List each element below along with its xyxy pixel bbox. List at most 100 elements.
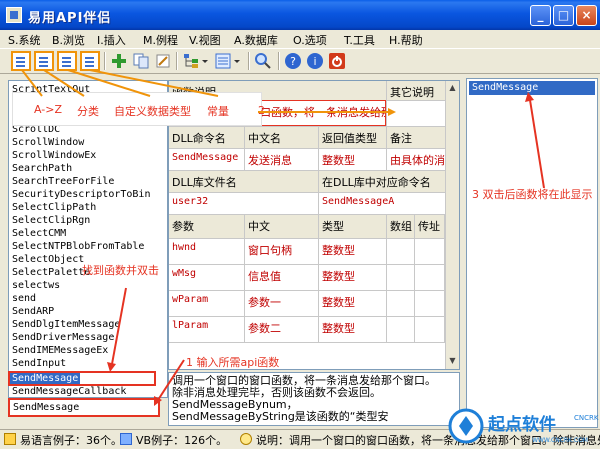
param-header-name: 参数: [169, 215, 245, 239]
list-item[interactable]: ScrollWindow: [12, 137, 84, 149]
watermark: 起点软件 CNCRK WWW.CNCRK.COM: [446, 406, 600, 446]
dll-export-label: 在DLL库中对应命令名: [319, 171, 447, 193]
favorite-item[interactable]: SendMessage: [469, 81, 595, 95]
param-name[interactable]: wParam: [169, 291, 245, 317]
param-cn[interactable]: 信息值: [245, 265, 319, 291]
scroll-up-icon[interactable]: ▲: [448, 83, 457, 92]
list-item[interactable]: SendARP: [12, 306, 54, 318]
api-list[interactable]: ScriptTextOut ScrollDC ScrollWindow Scro…: [8, 80, 168, 398]
help-icon[interactable]: ?: [284, 52, 302, 70]
list-item[interactable]: SearchPath: [12, 163, 72, 175]
list-item[interactable]: SendIMEMessageEx: [12, 345, 108, 357]
menu-insert[interactable]: I.插入: [97, 32, 126, 48]
param-name[interactable]: hwnd: [169, 239, 245, 265]
list-item[interactable]: SelectPalette: [12, 267, 90, 279]
param-array[interactable]: [387, 317, 415, 343]
list-item[interactable]: selectws: [12, 280, 60, 292]
search-input[interactable]: SendMessage: [8, 398, 160, 417]
param-cn[interactable]: 参数一: [245, 291, 319, 317]
power-icon[interactable]: [328, 52, 346, 70]
copy-icon[interactable]: [132, 52, 150, 70]
watermark-logo: 起点软件 CNCRK WWW.CNCRK.COM: [448, 408, 599, 444]
category-button[interactable]: [34, 51, 54, 71]
lightbulb-icon: [4, 433, 16, 445]
list-item[interactable]: send: [12, 293, 36, 305]
scroll-down-icon[interactable]: ▼: [448, 356, 457, 365]
custom-type-button[interactable]: [57, 51, 77, 71]
menu-options[interactable]: O.选项: [293, 32, 327, 48]
sort-az-button[interactable]: [11, 51, 31, 71]
list-item[interactable]: SendDlgItemMessage: [12, 319, 120, 331]
param-name[interactable]: wMsg: [169, 265, 245, 291]
dll-export-value[interactable]: SendMessageA: [319, 193, 447, 215]
title-bar: 易用API伴侣 _ □ ×: [0, 0, 600, 30]
dll-cmd-value[interactable]: SendMessage: [169, 149, 245, 171]
list-item[interactable]: SendMessageCallback: [12, 386, 126, 397]
param-byref[interactable]: [415, 239, 445, 265]
menu-view[interactable]: V.视图: [189, 32, 221, 48]
param-type[interactable]: 整数型: [319, 317, 387, 343]
status-vb-example: VB例子：126个。: [136, 434, 228, 447]
remark-value[interactable]: 由具体的消息: [387, 149, 447, 171]
menu-example[interactable]: M.例程: [143, 32, 178, 48]
param-type[interactable]: 整数型: [319, 291, 387, 317]
param-name[interactable]: lParam: [169, 317, 245, 343]
param-type[interactable]: 整数型: [319, 265, 387, 291]
param-byref[interactable]: [415, 291, 445, 317]
hint-constants: 常量: [207, 105, 229, 118]
menu-database[interactable]: A.数据库: [234, 32, 278, 48]
list-item[interactable]: SelectNTPBlobFromTable: [12, 241, 144, 253]
list-item[interactable]: SelectCMM: [12, 228, 66, 240]
chevron-down-icon[interactable]: [232, 52, 242, 70]
param-header-array: 数组: [387, 215, 415, 239]
constants-button[interactable]: [80, 51, 100, 71]
ret-type-value[interactable]: 整数型: [319, 149, 387, 171]
toolbar-separator: [176, 52, 178, 70]
menu-browse[interactable]: B.浏览: [52, 32, 85, 48]
format-icon[interactable]: [214, 52, 232, 70]
list-item[interactable]: SearchTreeForFile: [12, 176, 114, 188]
maximize-button[interactable]: □: [553, 5, 574, 26]
param-byref[interactable]: [415, 317, 445, 343]
other-desc-label: 其它说明: [387, 81, 447, 101]
minimize-button[interactable]: _: [530, 5, 551, 26]
param-cn[interactable]: 参数二: [245, 317, 319, 343]
tree-view-icon[interactable]: [182, 52, 200, 70]
svg-text:i: i: [313, 55, 316, 68]
param-array[interactable]: [387, 265, 415, 291]
menu-help[interactable]: H.帮助: [389, 32, 423, 48]
menu-system[interactable]: S.系统: [8, 32, 40, 48]
dll-file-label: DLL库文件名: [169, 171, 319, 193]
hint-category: 分类: [77, 105, 99, 118]
description-area[interactable]: 调用一个窗口的窗口函数，将一条消息发给那个窗口。 除非消息处理完毕，否则该函数不…: [168, 372, 460, 426]
list-item[interactable]: SelectObject: [12, 254, 84, 266]
list-item[interactable]: SendDriverMessage: [12, 332, 114, 344]
favorites-panel[interactable]: SendMessage: [466, 78, 598, 428]
annotation-step2: 2: [258, 104, 265, 117]
info-icon[interactable]: i: [306, 52, 324, 70]
dll-file-value[interactable]: user32: [169, 193, 319, 215]
list-item[interactable]: SelectClipPath: [12, 202, 96, 214]
list-item[interactable]: SelectClipRgn: [12, 215, 90, 227]
watermark-brand: 起点软件: [487, 414, 556, 435]
add-icon[interactable]: [110, 52, 128, 70]
param-cn[interactable]: 窗口句柄: [245, 239, 319, 265]
search-icon[interactable]: [254, 52, 272, 70]
param-type[interactable]: 整数型: [319, 239, 387, 265]
chevron-down-icon[interactable]: [200, 52, 210, 70]
param-byref[interactable]: [415, 265, 445, 291]
cn-name-value[interactable]: 发送消息: [245, 149, 319, 171]
watermark-domain: CNCRK: [574, 414, 599, 422]
table-scrollbar[interactable]: ▲ ▼: [445, 81, 459, 369]
list-item[interactable]: SecurityDescriptorToBin: [12, 189, 150, 201]
param-array[interactable]: [387, 291, 415, 317]
menu-tools[interactable]: T.工具: [344, 32, 375, 48]
param-array[interactable]: [387, 239, 415, 265]
edit-icon[interactable]: [154, 52, 172, 70]
param-header-cn: 中文: [245, 215, 319, 239]
menu-bar: S.系统 B.浏览 I.插入 M.例程 V.视图 A.数据库 O.选项 T.工具…: [0, 30, 600, 48]
list-item[interactable]: SendInput: [12, 358, 66, 370]
other-desc-value[interactable]: [387, 101, 447, 127]
close-button[interactable]: ×: [576, 5, 597, 26]
list-item[interactable]: ScrollWindowEx: [12, 150, 96, 162]
